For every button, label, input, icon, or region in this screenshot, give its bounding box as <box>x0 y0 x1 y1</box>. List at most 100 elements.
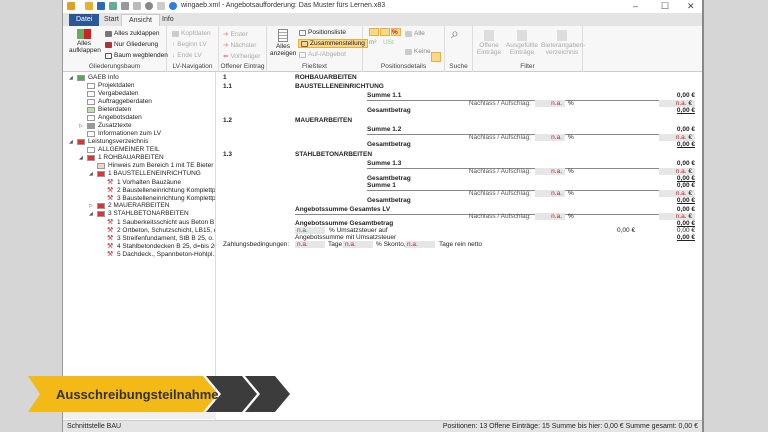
tree-item[interactable]: ▷ 2 MAUERARBEITEN <box>89 202 169 209</box>
nachlass-percent-input[interactable]: n.a. <box>535 168 565 175</box>
percent-toggle[interactable]: % <box>391 28 401 36</box>
alle-button[interactable]: Alle <box>405 30 425 37</box>
nachlass-percent-input[interactable]: n.a. <box>535 134 565 141</box>
minimize-button[interactable]: – <box>633 1 638 11</box>
beginn-lv-button[interactable]: ↑ Beginn LV <box>172 41 207 48</box>
close-button[interactable]: ✕ <box>687 1 695 12</box>
skonto-input[interactable]: n.a. <box>343 241 373 248</box>
tree-item[interactable]: ◢ GAEB Info <box>69 74 119 81</box>
expand-toggle-icon[interactable]: ◢ <box>89 171 94 177</box>
tree-item[interactable]: ⚒4 Stahlbetondecken B 25, d=bis 20 cm <box>99 242 215 251</box>
bieter-toggle[interactable] <box>431 52 441 62</box>
maximize-button[interactable]: ☐ <box>661 1 669 12</box>
nachlass-amount-input[interactable]: n.a. € <box>659 168 695 175</box>
expand-toggle-icon[interactable]: ▷ <box>79 123 84 129</box>
nachlass-percent-input[interactable]: n.a. <box>535 100 565 107</box>
tree-horizontal-scrollbar[interactable] <box>63 411 216 419</box>
expand-toggle-icon[interactable]: ◢ <box>89 211 94 217</box>
percent-sign: % <box>568 168 574 175</box>
tree-item[interactable]: ▷ Zusatztexte <box>79 122 132 129</box>
ausgefuellte-eintraege-button[interactable]: Ausgefüllte Einträge <box>505 30 539 56</box>
preview-icon[interactable] <box>133 2 141 10</box>
label: Ausgefüllte Einträge <box>505 42 539 56</box>
expand-toggle-icon[interactable]: ▷ <box>89 203 94 209</box>
hammer-icon: ⚒ <box>107 179 114 186</box>
vorheriger-button[interactable]: ⬅ Vorheriger <box>223 52 260 61</box>
tab-info[interactable]: Info <box>155 14 181 26</box>
label: Alle <box>414 30 425 37</box>
nachlass-amount-input[interactable]: n.a. € <box>659 134 695 141</box>
tree-item[interactable]: ⚒ 1 Sauberkeitsschicht aus Beton B 10 <box>99 218 215 227</box>
bieterangaben-button[interactable]: Bieterangaben-verzeichnis <box>541 30 585 56</box>
tab-datei[interactable]: Datei <box>69 14 100 26</box>
naechster-button[interactable]: ➔ Nächster <box>223 41 256 50</box>
nachlass-percent-input[interactable]: n.a. <box>535 190 565 197</box>
nur-gliederung-button[interactable]: Nur Gliederung <box>105 41 158 48</box>
section-title: STAHLBETONARBEITEN <box>295 151 373 158</box>
open-icon[interactable] <box>85 2 93 10</box>
tree-item-label: Auftraggeberdaten <box>98 98 152 105</box>
baum-wegblenden-button[interactable]: Baum wegblenden <box>105 52 168 59</box>
expand-toggle-icon[interactable]: ◢ <box>79 155 84 161</box>
tree-item[interactable]: Bieterdaten <box>79 106 131 113</box>
hammer-icon: ⚒ <box>107 187 114 194</box>
zahlung-tage-input[interactable]: n.a. <box>295 241 325 248</box>
alles-anzeigen-button[interactable]: Alles anzeigen <box>270 29 296 57</box>
tree-item-label: 2 MAUERARBEITEN <box>108 202 170 209</box>
tree-item[interactable]: Projektdaten <box>79 82 135 89</box>
group-suche: ⌕ Suche <box>445 26 473 72</box>
nachlass-amount-input[interactable]: n.a. € <box>659 190 695 197</box>
offene-eintraege-button[interactable]: Offene Einträge <box>475 30 503 56</box>
help-icon[interactable] <box>169 2 177 10</box>
auf-abgebot-button[interactable]: Auf-/Abgebot <box>299 51 346 58</box>
sum-amount: 0,00 € <box>676 160 695 167</box>
positionsliste-button[interactable]: Positionsliste <box>299 29 346 36</box>
tree-item[interactable]: ◢ Leistungsverzeichnis <box>69 138 148 145</box>
angebotssumme-lv-amount: 0,00 € <box>676 206 695 213</box>
tree-item[interactable]: Angebotsdaten <box>79 114 142 121</box>
tree-item[interactable]: ⚒ 1 Vorhalten Bauzäune <box>99 178 181 187</box>
nachlass-percent-input[interactable]: n.a. <box>535 213 565 220</box>
expand-toggle-icon[interactable]: ◢ <box>69 139 74 145</box>
menge-toggle[interactable] <box>380 28 390 36</box>
ende-lv-button[interactable]: ↓ Ende LV <box>172 52 202 59</box>
keine-button[interactable]: Keine <box>405 48 431 55</box>
tree-item[interactable]: ◢ 1 BAUSTELLENEINRICHTUNG <box>89 170 201 177</box>
sum-amount: 0,00 € <box>676 182 695 189</box>
alles-zuklappen-button[interactable]: Alles zuklappen <box>105 30 160 37</box>
tools-icon[interactable] <box>157 2 165 10</box>
tree-item[interactable]: ◢ 3 STAHLBETONARBEITEN <box>89 210 189 217</box>
kopfdaten-button[interactable]: Kopfdaten <box>172 30 211 37</box>
zusammenstellung-button[interactable]: Zusammenstellung <box>298 39 368 48</box>
nachlass-amount-input[interactable]: n.a. € <box>659 100 695 107</box>
tree-item[interactable]: Hinweis zum Bereich 1 mit TE Bieter <box>89 162 213 169</box>
tree-item[interactable]: ⚒ 3 Baustelleneinrichtung Komplettposi <box>99 194 215 203</box>
erster-button[interactable]: ➔ Erster <box>223 30 248 39</box>
expand-toggle-icon[interactable]: ◢ <box>69 75 74 81</box>
ust-toggle[interactable]: USt <box>383 39 394 46</box>
netto-tage-input[interactable]: n.a. <box>405 241 435 248</box>
export-icon[interactable] <box>109 2 117 10</box>
tree-item[interactable]: ⚒ 2 Ortbeton, Schutzschicht, LB15, d=1 <box>99 226 215 235</box>
print-icon[interactable] <box>121 2 129 10</box>
alles-aufklappen-button[interactable]: Alles aufklappen <box>69 29 101 54</box>
save-icon[interactable] <box>97 2 105 10</box>
m2-toggle[interactable]: m² <box>369 39 377 46</box>
tree-item-label: 2 Baustelleneinrichtung Komplettposi <box>117 186 216 194</box>
ust-rate-input[interactable]: n.a. <box>295 227 325 234</box>
ust-base: 0,00 € <box>617 227 636 234</box>
tree-item[interactable]: ⚒3 Streifenfundament, StB B 25, o. Scha <box>99 234 215 243</box>
tree-item[interactable]: ⚒5 Dachdeck., Spannbeton-Hohlpl., d=2 <box>99 250 215 259</box>
arrow-right-icon: ➔ <box>223 31 229 38</box>
tree-item[interactable]: ◢ 1 ROHBAUARBEITEN <box>79 154 164 161</box>
nachlass-amount-input[interactable]: n.a. € <box>659 213 695 220</box>
tree-item[interactable]: ALLGEMEINER TEIL <box>79 146 160 153</box>
tree-item-label: Projektdaten <box>98 82 135 89</box>
tree-item[interactable]: Auftraggeberdaten <box>79 98 152 105</box>
tree-item[interactable]: Informationen zum LV <box>79 130 161 137</box>
kurztext-toggle[interactable] <box>369 28 379 36</box>
tree-item[interactable]: ⚒ 2 Baustelleneinrichtung Komplettposi <box>99 186 216 195</box>
search-icon[interactable]: ⌕ <box>451 26 459 40</box>
settings-icon[interactable] <box>145 2 153 10</box>
tree-item[interactable]: Vergabedaten <box>79 90 138 97</box>
